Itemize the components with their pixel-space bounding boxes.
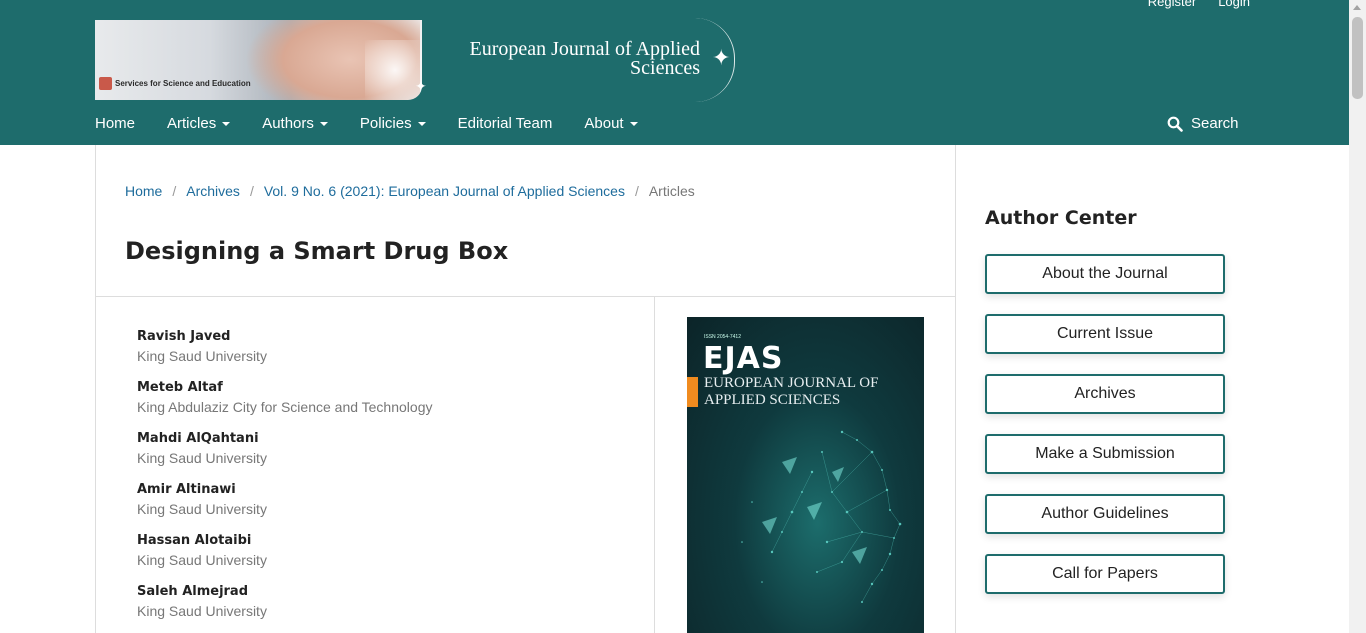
user-nav: Register Login (1148, 0, 1250, 9)
nav-home[interactable]: Home (95, 115, 135, 132)
author-guidelines-button[interactable]: Author Guidelines (985, 494, 1225, 534)
site-header: Register Login Services for Science and … (0, 0, 1366, 145)
logo-badge-text: Services for Science and Education (115, 79, 251, 88)
divider (96, 296, 955, 297)
author-affiliation: King Saud University (137, 552, 267, 568)
main-nav: Home Articles Authors Policies Editorial… (95, 115, 670, 132)
scroll-up-arrow-icon[interactable] (1353, 5, 1361, 10)
nav-label: Policies (359, 115, 412, 132)
author-entry: Saleh Almejrad King Saud University (137, 584, 637, 633)
author-affiliation: King Saud University (137, 450, 267, 466)
breadcrumb-issue[interactable]: Vol. 9 No. 6 (2021): European Journal of… (264, 183, 625, 199)
journal-title-line2: Sciences (630, 57, 700, 79)
search-button[interactable]: Search (1167, 115, 1239, 132)
register-link[interactable]: Register (1148, 0, 1196, 9)
author-entry: Amir Altinawi King Saud University (137, 482, 637, 533)
main-content: Home / Archives / Vol. 9 No. 6 (2021): E… (95, 145, 956, 633)
caret-down-icon (319, 121, 328, 126)
cover-issn: ISSN 2054-7412 (704, 334, 741, 340)
author-affiliation: King Saud University (137, 501, 267, 517)
nav-label: Editorial Team (457, 115, 553, 132)
caret-down-icon (629, 121, 638, 126)
cover-accent-bar (687, 377, 698, 407)
nav-label: About (584, 115, 624, 132)
breadcrumb-separator: / (172, 183, 177, 199)
journal-title: European Journal of Applied Sciences (448, 39, 701, 79)
nav-label: Home (95, 115, 136, 132)
logo-badge: Services for Science and Education (99, 77, 251, 90)
author-entry: Mahdi AlQahtani King Saud University (137, 431, 637, 482)
author-name: Ravish Javed (137, 329, 231, 344)
author-name: Hassan Alotaibi (137, 533, 252, 548)
author-affiliation: King Saud University (137, 348, 267, 364)
author-affiliation: King Abdulaziz City for Science and Tech… (137, 399, 433, 415)
site-logo[interactable]: Services for Science and Education ✦ Eur… (95, 18, 735, 102)
caret-down-icon (222, 121, 231, 126)
archives-button[interactable]: Archives (985, 374, 1225, 414)
nav-policies[interactable]: Policies (360, 115, 426, 132)
breadcrumb-separator: / (634, 183, 639, 199)
make-submission-button[interactable]: Make a Submission (985, 434, 1225, 474)
caret-down-icon (417, 121, 426, 126)
author-entry: Hassan Alotaibi King Saud University (137, 533, 637, 584)
cube-icon (99, 77, 112, 90)
page-title: Designing a Smart Drug Box (125, 237, 509, 265)
nav-editorial-team[interactable]: Editorial Team (458, 115, 553, 132)
breadcrumb-home[interactable]: Home (125, 183, 162, 199)
vertical-scrollbar[interactable] (1349, 0, 1366, 633)
sparkle-icon: ✦ (415, 78, 427, 94)
current-issue-button[interactable]: Current Issue (985, 314, 1225, 354)
cover-acronym: EJAS (703, 341, 784, 376)
divider (654, 296, 655, 633)
scrollbar-thumb[interactable] (1352, 17, 1363, 99)
author-list: Ravish Javed King Saud University Meteb … (137, 329, 637, 633)
author-name: Saleh Almejrad (137, 584, 249, 599)
about-journal-button[interactable]: About the Journal (985, 254, 1225, 294)
nav-authors[interactable]: Authors (262, 115, 328, 132)
breadcrumb-archives[interactable]: Archives (186, 183, 240, 199)
breadcrumb-current: Articles (648, 183, 695, 199)
logo-photo: Services for Science and Education (95, 20, 422, 100)
nav-label: Articles (167, 115, 217, 132)
nav-articles[interactable]: Articles (167, 115, 231, 132)
issue-cover-image[interactable]: ISSN 2054-7412 EJAS EUROPEAN JOURNAL OF … (687, 317, 924, 633)
cover-subtitle-line2: APPLIED SCIENCES (704, 392, 841, 408)
nav-label: Authors (262, 115, 314, 132)
star-icon: ✦ (712, 45, 731, 70)
author-entry: Meteb Altaf King Abdulaziz City for Scie… (137, 380, 637, 431)
nav-about[interactable]: About (584, 115, 638, 132)
cover-subtitle: EUROPEAN JOURNAL OF APPLIED SCIENCES (704, 375, 878, 409)
search-icon (1167, 116, 1183, 132)
sidebar-title: Author Center (985, 207, 1137, 229)
breadcrumb-separator: / (249, 183, 254, 199)
ai-face-illustration (741, 430, 902, 603)
author-name: Amir Altinawi (137, 482, 236, 497)
author-affiliation: King Saud University (137, 603, 267, 619)
cover-subtitle-line1: EUROPEAN JOURNAL OF (704, 375, 879, 391)
search-label: Search (1191, 115, 1239, 132)
author-entry: Ravish Javed King Saud University (137, 329, 637, 380)
author-name: Meteb Altaf (137, 380, 223, 395)
author-name: Mahdi AlQahtani (137, 431, 259, 446)
call-for-papers-button[interactable]: Call for Papers (985, 554, 1225, 594)
login-link[interactable]: Login (1218, 0, 1250, 9)
breadcrumb: Home / Archives / Vol. 9 No. 6 (2021): E… (125, 183, 695, 199)
